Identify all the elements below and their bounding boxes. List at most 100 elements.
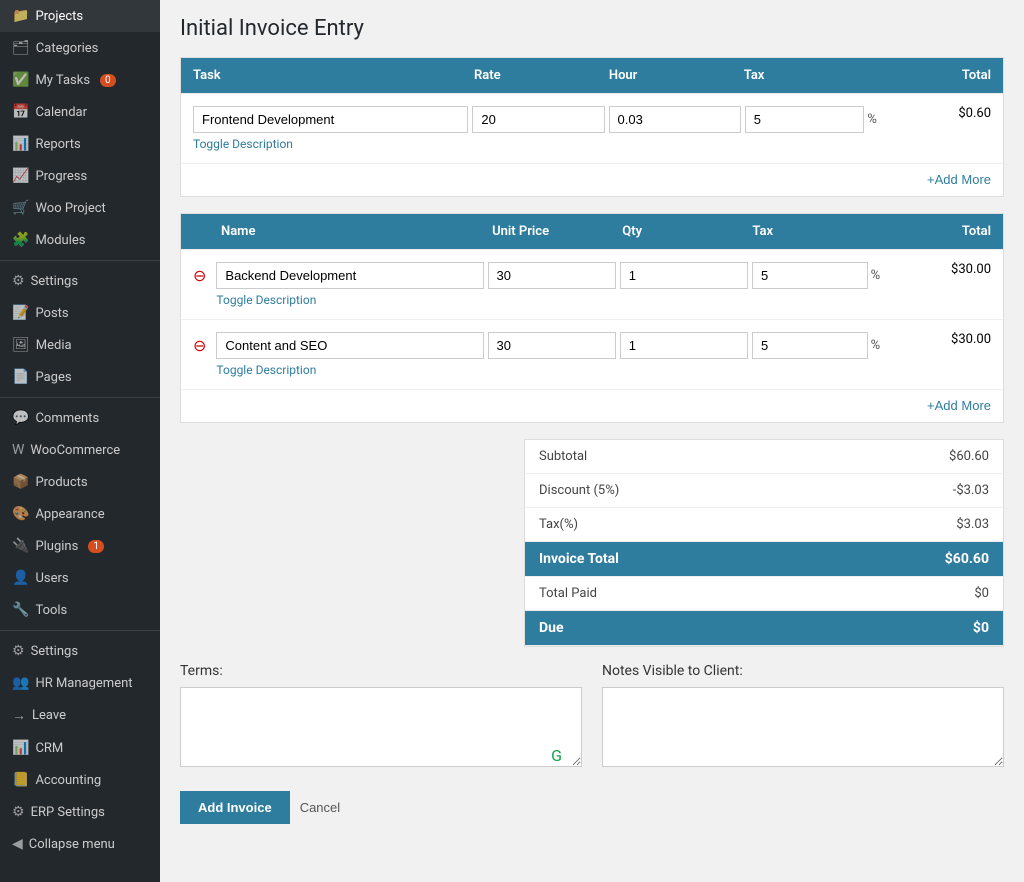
toggle-desc-prod-1[interactable]: Toggle Description [216,363,483,377]
totals-section: Subtotal $60.60 Discount (5%) -$3.03 Tax… [524,439,1004,647]
toggle-desc-0[interactable]: Toggle Description [193,137,468,151]
pages-icon: 📄 [12,369,29,385]
sidebar-item-tools[interactable]: 🔧 Tools [0,594,160,626]
sidebar-item-users[interactable]: 👤Users [0,562,160,594]
sidebar-item-settings-project[interactable]: ⚙Settings [0,265,160,297]
categories-label: Categories [36,41,99,56]
product-row-1: ⊖ Toggle Description % $30.00 [181,319,1003,389]
woo-project-label: Woo Project [35,201,105,216]
name-col-header: Name [221,224,492,239]
sidebar-item-accounting[interactable]: 📒Accounting [0,764,160,796]
sidebar-item-categories[interactable]: 🗂Categories [0,32,160,64]
unit-price-col-0 [488,262,616,289]
product-name-col-0: Toggle Description [216,262,483,307]
cancel-button[interactable]: Cancel [300,800,340,815]
hr-management-icon: 👥 [12,675,29,691]
remove-button-0[interactable]: ⊖ [193,266,206,285]
sidebar-item-woo-project[interactable]: 🛒Woo Project [0,192,160,224]
sidebar-item-appearance[interactable]: 🎨 Appearance [0,498,160,530]
discount-value: -$3.03 [953,483,989,498]
posts-icon: 📝 [12,305,29,321]
qty-input-1[interactable] [620,332,748,359]
tax2-col-header: Tax [752,224,882,239]
erp-settings-label: ERP Settings [31,805,105,820]
rate-input-0[interactable] [472,106,604,133]
qty-col-0 [620,262,748,289]
tools-label: Tools [35,603,67,618]
task-tax-col: % [745,106,877,133]
sidebar-item-erp-settings[interactable]: ⚙ERP Settings [0,796,160,828]
grammarly-icon-terms: G [551,746,562,765]
sidebar-item-calendar[interactable]: 📅Calendar [0,96,160,128]
product-row-0: ⊖ Toggle Description % $30.00 [181,249,1003,319]
woocommerce-icon: W [12,442,24,458]
terms-textarea[interactable] [180,687,582,767]
unit-price-input-1[interactable] [488,332,616,359]
sidebar-item-products[interactable]: 📦Products [0,466,160,498]
due-row: Due $0 [525,611,1003,646]
task-input-0[interactable] [193,106,468,133]
sidebar-item-hr-management[interactable]: 👥HR Management [0,667,160,699]
tax-input-0[interactable] [745,106,865,133]
notes-textarea[interactable] [602,687,1004,767]
task-add-more-row: +Add More [181,163,1003,196]
sidebar-item-settings-wp[interactable]: ⚙Settings [0,635,160,667]
tax-prod-input-1[interactable] [752,332,868,359]
sidebar-item-leave[interactable]: →Leave [0,699,160,732]
collapse-menu-icon: ◀ [12,836,23,852]
notes-label: Notes Visible to Client: [602,663,1004,679]
qty-input-0[interactable] [620,262,748,289]
task-table-header: Task Rate Hour Tax Total [181,58,1003,93]
sidebar-item-progress[interactable]: 📈Progress [0,160,160,192]
appearance-label: Appearance [35,507,104,522]
remove-button-1[interactable]: ⊖ [193,336,206,355]
sidebar-item-media[interactable]: 🖼 Media [0,329,160,361]
unit-price-input-0[interactable] [488,262,616,289]
due-label: Due [539,620,564,636]
product-name-input-1[interactable] [216,332,483,359]
task-add-more-button[interactable]: +Add More [927,172,991,187]
product-add-more-button[interactable]: +Add More [927,398,991,413]
task-name-col: Toggle Description [193,106,468,151]
sidebar-item-plugins[interactable]: 🔌Plugins1 [0,530,160,562]
media-icon: 🖼 [12,337,30,353]
toggle-desc-prod-0[interactable]: Toggle Description [216,293,483,307]
modules-label: Modules [35,233,85,248]
notes-column: Notes Visible to Client: [602,663,1004,771]
crm-label: CRM [35,741,63,756]
appearance-icon: 🎨 [12,506,29,522]
total-paid-value: $0 [974,586,989,601]
hour-col-header: Hour [609,68,744,83]
discount-row: Discount (5%) -$3.03 [525,474,1003,508]
percent-sign-0: % [867,112,877,127]
sidebar-item-modules[interactable]: 🧩Modules [0,224,160,256]
sidebar-item-crm[interactable]: 📊CRM [0,732,160,764]
reports-label: Reports [35,137,80,152]
add-invoice-button[interactable]: Add Invoice [180,791,290,824]
product-name-input-0[interactable] [216,262,483,289]
due-value: $0 [973,620,989,636]
sidebar-item-reports[interactable]: 📊Reports [0,128,160,160]
sidebar-item-my-tasks[interactable]: ✅My Tasks0 [0,64,160,96]
qty-col-header: Qty [622,224,752,239]
sidebar-item-pages[interactable]: 📄Pages [0,361,160,393]
invoice-total-label: Invoice Total [539,551,619,567]
sidebar-item-collapse-menu[interactable]: ◀Collapse menu [0,828,160,860]
tax-prod-input-0[interactable] [752,262,868,289]
subtotal-value: $60.60 [949,449,989,464]
hour-input-0[interactable] [609,106,741,133]
tax-col-0: % [752,262,880,289]
sidebar-item-comments[interactable]: 💬Comments [0,402,160,434]
discount-label: Discount (5%) [539,483,619,498]
bottom-actions: Add Invoice Cancel [180,791,1004,824]
sidebar-item-woocommerce[interactable]: WWooCommerce [0,434,160,466]
tools-icon: 🔧 [12,602,29,618]
product-table-header: Name Unit Price Qty Tax Total [181,214,1003,249]
sidebar-item-projects[interactable]: 📁Projects [0,0,160,32]
my-tasks-label: My Tasks [35,73,90,88]
leave-label: Leave [32,708,66,723]
sidebar-item-posts[interactable]: 📝Posts [0,297,160,329]
media-label: Media [36,338,72,353]
settings-wp-label: Settings [31,644,78,659]
progress-icon: 📈 [12,168,29,184]
